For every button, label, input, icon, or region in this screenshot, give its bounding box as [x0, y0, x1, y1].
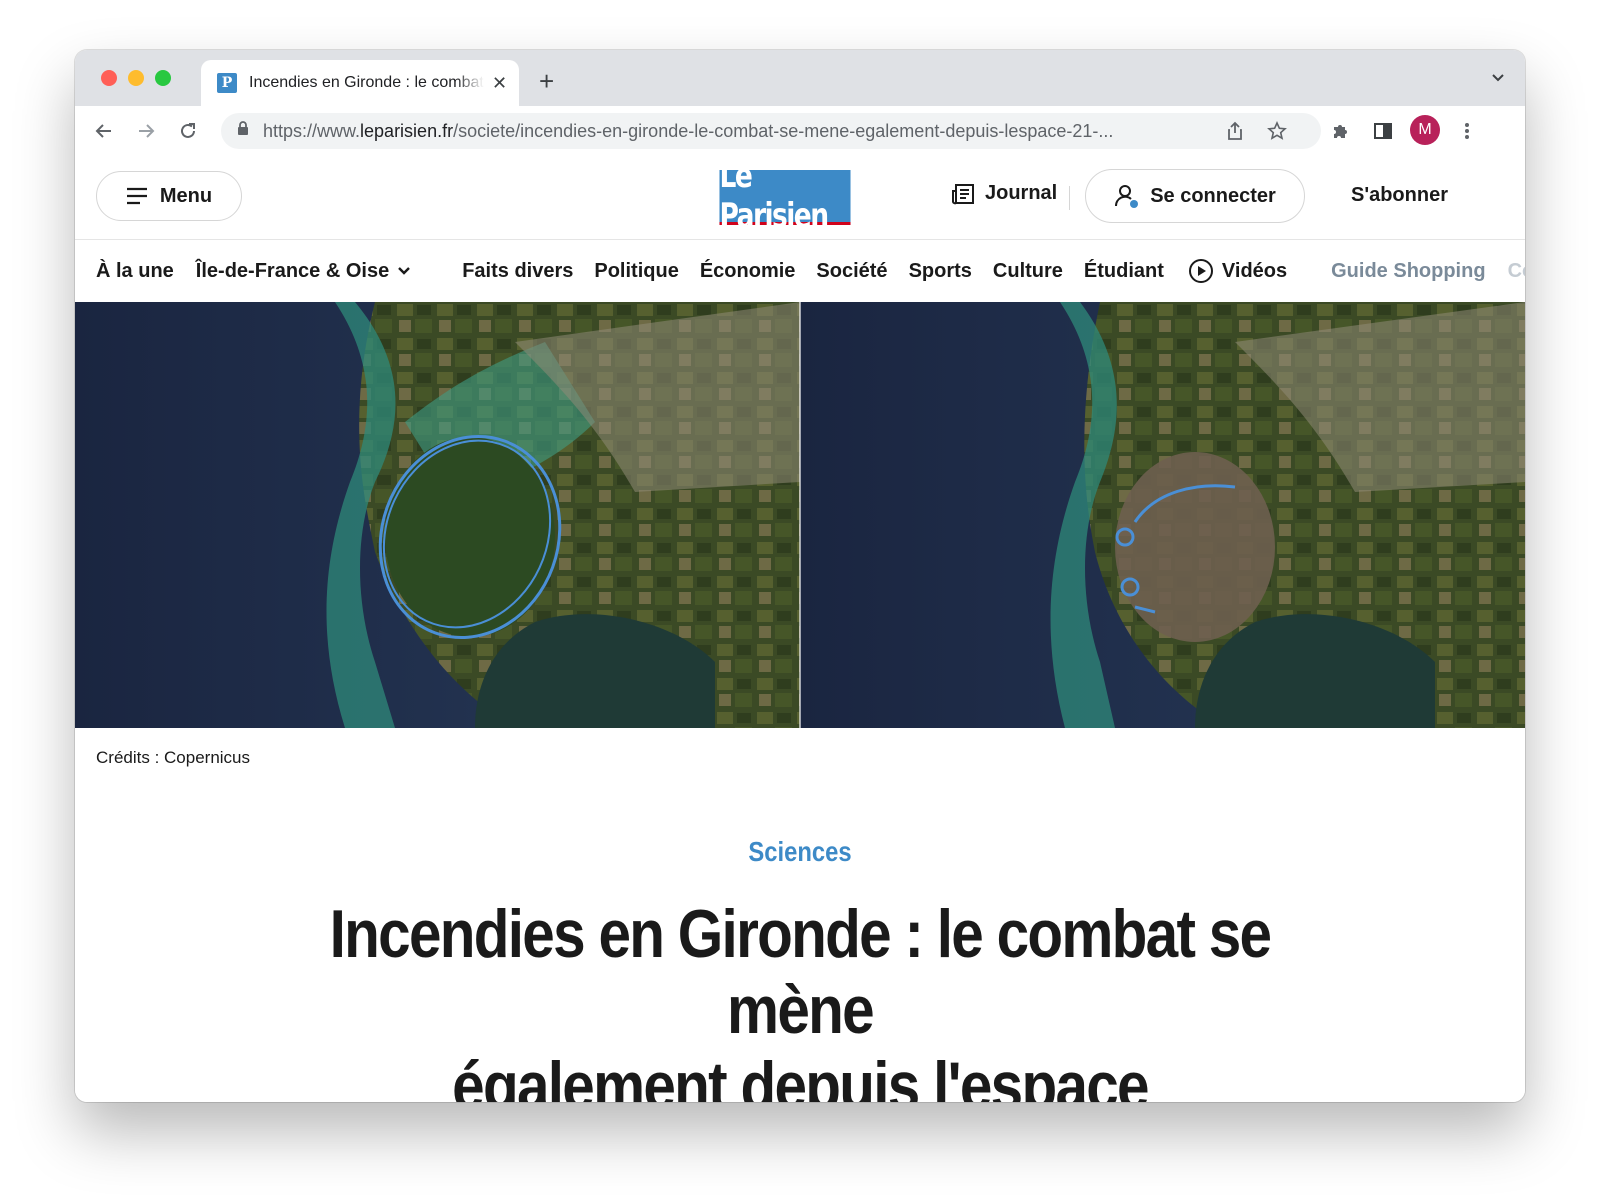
nav-item-etudiant[interactable]: Étudiant — [1084, 260, 1164, 283]
before-image-panel — [75, 302, 800, 728]
category-nav: À la une Île-de-France & Oise Faits dive… — [75, 240, 1525, 302]
nav-item-faits-divers[interactable]: Faits divers — [462, 260, 573, 283]
play-circle-icon — [1188, 259, 1213, 283]
nav-item-ile-de-france[interactable]: Île-de-France & Oise — [196, 260, 411, 283]
after-image-panel — [800, 302, 1525, 728]
url-text: https://www.leparisien.fr/societe/incend… — [263, 120, 1114, 141]
window-controls — [101, 70, 171, 86]
forward-icon[interactable] — [133, 118, 159, 144]
nav-item-societe[interactable]: Société — [816, 260, 887, 283]
nav-item-code[interactable]: Code — [1508, 260, 1525, 283]
chevron-down-icon — [398, 267, 411, 275]
close-window-button[interactable] — [101, 70, 117, 86]
nav-item-videos[interactable]: Vidéos — [1188, 258, 1287, 284]
nav-item-label: Vidéos — [1221, 259, 1288, 282]
side-panel-icon[interactable] — [1371, 119, 1395, 143]
user-icon — [1115, 185, 1139, 208]
journal-label: Journal — [985, 182, 1058, 204]
reload-icon[interactable] — [175, 118, 201, 144]
minimize-window-button[interactable] — [128, 70, 144, 86]
le-parisien-logo[interactable]: Le Parisien — [719, 156, 851, 236]
lock-icon — [237, 121, 249, 141]
back-icon[interactable] — [91, 118, 117, 144]
header-divider — [1069, 186, 1070, 210]
nav-item-sports[interactable]: Sports — [909, 260, 972, 283]
zoom-window-button[interactable] — [155, 70, 171, 86]
nav-item-politique[interactable]: Politique — [594, 260, 678, 283]
tab-bar: P Incendies en Gironde : le combat se mè… — [75, 50, 1525, 106]
tab-search-chevron-icon[interactable] — [1491, 70, 1505, 89]
hamburger-icon — [126, 187, 147, 205]
close-tab-icon[interactable]: ✕ — [492, 73, 507, 94]
menu-label: Menu — [159, 184, 213, 207]
menu-button[interactable]: Menu — [96, 171, 242, 221]
headline-line-1: Incendies en Gironde : le combat se mène — [329, 896, 1272, 1048]
article-headline: Incendies en Gironde : le combat se mène… — [263, 896, 1338, 1102]
site-header: Menu Le Parisien Journal Se connecter S'… — [75, 156, 1525, 240]
satellite-images — [75, 302, 1525, 728]
address-bar[interactable]: https://www.leparisien.fr/societe/incend… — [221, 113, 1321, 149]
bookmark-star-icon[interactable] — [1265, 119, 1289, 143]
newspaper-icon — [952, 183, 974, 204]
active-tab[interactable]: P Incendies en Gironde : le combat se mè… — [201, 60, 519, 106]
extensions-puzzle-icon[interactable] — [1329, 119, 1353, 143]
nav-item-a-la-une[interactable]: À la une — [96, 260, 174, 283]
section-label[interactable]: Sciences — [184, 836, 1417, 868]
web-page: Menu Le Parisien Journal Se connecter S'… — [75, 156, 1525, 1102]
headline-line-2: également depuis l'espace — [452, 1048, 1149, 1102]
connect-button[interactable]: Se connecter — [1085, 169, 1305, 223]
new-tab-icon[interactable]: + — [539, 66, 554, 97]
nav-item-economie[interactable]: Économie — [700, 260, 796, 283]
browser-menu-kebab-icon[interactable] — [1455, 119, 1479, 143]
profile-avatar[interactable]: M — [1410, 115, 1440, 145]
browser-window: P Incendies en Gironde : le combat se mè… — [75, 50, 1525, 1102]
nav-item-culture[interactable]: Culture — [993, 260, 1063, 283]
nav-item-guide-shopping[interactable]: Guide Shopping — [1331, 260, 1485, 283]
share-icon[interactable] — [1223, 119, 1247, 143]
journal-link[interactable]: Journal — [951, 182, 1057, 205]
tab-title: Incendies en Gironde : le combat se mène… — [249, 74, 484, 91]
subscribe-link[interactable]: S'abonner — [1351, 184, 1448, 207]
nav-item-label: Île-de-France & Oise — [195, 259, 390, 282]
favicon-icon: P — [217, 73, 237, 93]
browser-toolbar: https://www.leparisien.fr/societe/incend… — [75, 106, 1525, 157]
image-credits: Crédits : Copernicus — [96, 748, 251, 767]
connect-label: Se connecter — [1150, 184, 1276, 207]
